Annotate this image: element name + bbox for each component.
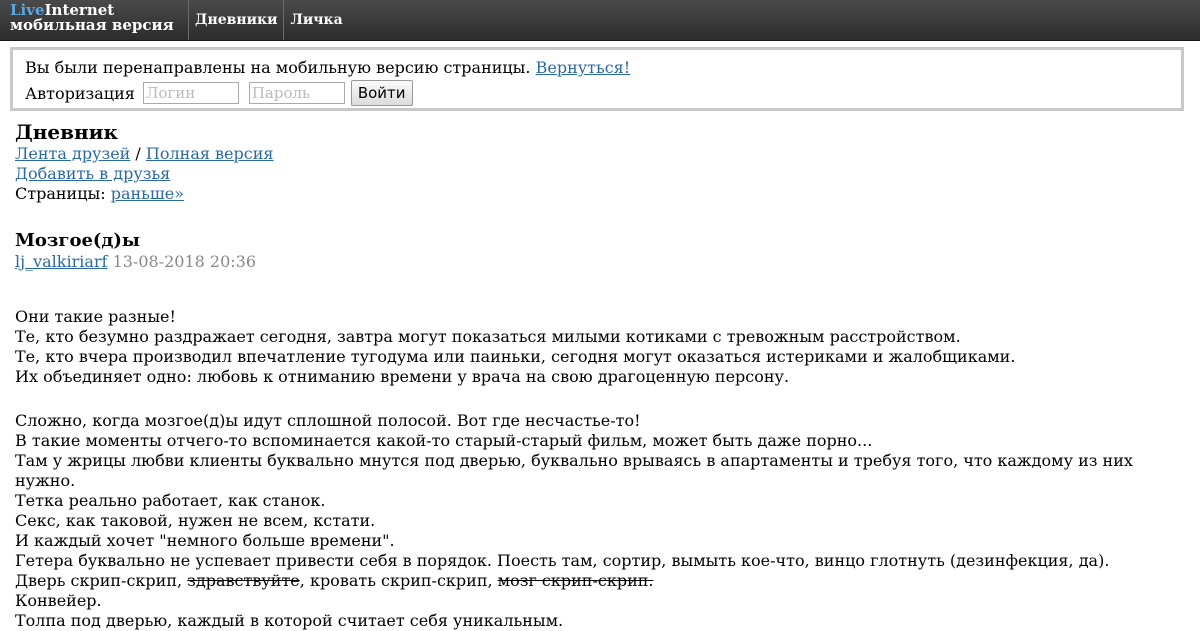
redirect-notice-text: Вы были перенаправлены на мобильную верс… [25,58,531,77]
pages-label: Страницы: [15,184,106,203]
post-line: Тетка реально работает, как станок. [15,491,326,510]
post-line: Их объединяет одно: любовь к отниманию в… [15,367,790,386]
post-line: Гетера буквально не успевает привести се… [15,551,1110,570]
post-line: Толпа под дверью, каждый в которой счита… [15,611,564,630]
nav-diaries-link[interactable]: Дневники [188,0,283,40]
post-line: Те, кто вчера производил впечатление туг… [15,347,1016,366]
redirect-notice-line: Вы были перенаправлены на мобильную верс… [25,58,630,77]
top-nav: Дневники Личка [188,0,349,40]
post-line: Там у жрицы любви клиенты буквально мнут… [15,451,1133,490]
post-date: 13-08-2018 20:36 [112,252,257,271]
redirect-notice-box: Вы были перенаправлены на мобильную верс… [10,47,1184,111]
pagination-row: Страницы: раньше» [15,184,1185,204]
nav-messages-link[interactable]: Личка [283,0,348,40]
auth-label: Авторизация [25,83,135,103]
post-line: Те, кто безумно раздражает сегодня, завт… [15,327,961,346]
password-input[interactable] [248,82,345,104]
main-content: Дневник Лента друзей / Полная версия Доб… [15,120,1185,631]
strikethrough-text-1: здравствуйте [187,571,300,590]
return-link[interactable]: Вернуться! [536,58,631,77]
liveinternet-logo[interactable]: LiveInternet мобильная версия [10,3,174,33]
earlier-pages-link[interactable]: раньше» [111,184,184,203]
login-button[interactable]: Войти [350,80,413,106]
post-title: Мозгое(д)ы [15,230,140,251]
post-author-link[interactable]: lj_valkiriarf [15,252,107,271]
door-text-1: Дверь скрип-скрип, [15,571,188,590]
full-version-link[interactable]: Полная версия [146,144,274,163]
post-line-door: Дверь скрип-скрип, здравствуйте, кровать… [15,571,1185,591]
diary-links-row: Лента друзей / Полная версия [15,144,1185,164]
post-line: И каждый хочет "немного больше времени". [15,531,395,550]
logo-subtitle: мобильная версия [10,16,174,34]
strikethrough-text-2: мозг скрип-скрип. [497,571,654,590]
add-friend-link[interactable]: Добавить в друзья [15,164,170,183]
link-separator: / [135,144,141,163]
post-meta: lj_valkiriarf 13-08-2018 20:36 [15,252,1185,272]
friends-feed-link[interactable]: Лента друзей [15,144,130,163]
diary-heading: Дневник [15,120,118,144]
post-line: В такие моменты отчего-то вспоминается к… [15,431,873,450]
post-line: Конвейер. [15,591,102,610]
auth-form: Авторизация Войти [25,80,413,106]
post-line: Они такие разные! [15,307,176,326]
door-text-2: , кровать скрип-скрип, [299,571,498,590]
add-friend-row: Добавить в друзья [15,164,1185,184]
post-line: Секс, как таковой, нужен не всем, кстати… [15,511,376,530]
post-body: Они такие разные! Те, кто безумно раздра… [15,307,1185,631]
login-input[interactable] [142,82,239,104]
top-navigation-bar: LiveInternet мобильная версия Дневники Л… [0,0,1200,41]
post-line: Сложно, когда мозгое(д)ы идут сплошной п… [15,411,641,430]
